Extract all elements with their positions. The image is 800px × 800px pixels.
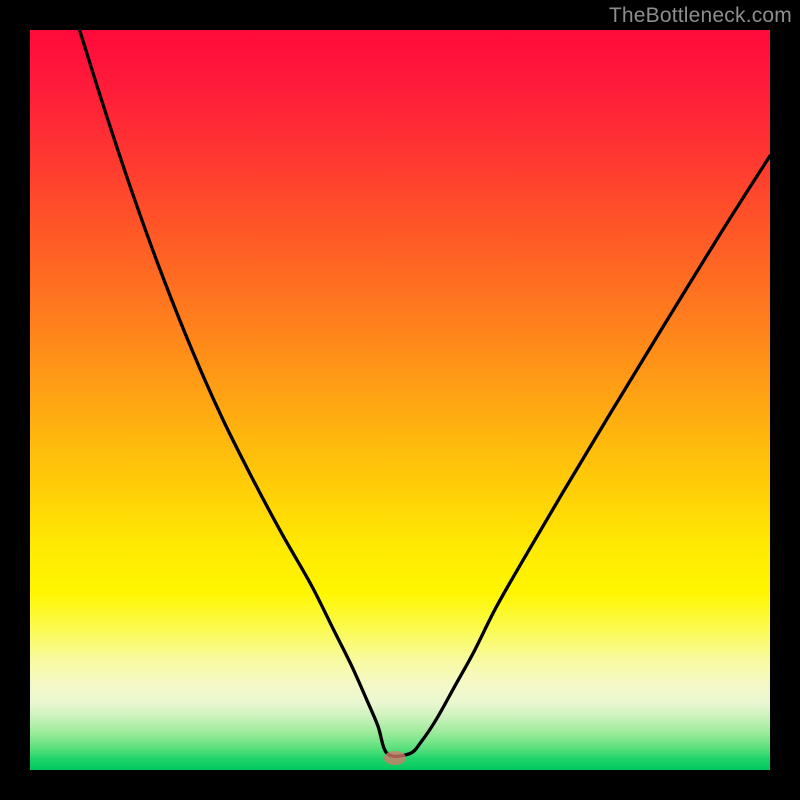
chart-frame: TheBottleneck.com <box>0 0 800 800</box>
bottleneck-marker <box>384 751 406 765</box>
watermark-text: TheBottleneck.com <box>609 4 792 28</box>
bottleneck-curve <box>30 30 770 770</box>
plot-area <box>30 30 770 770</box>
